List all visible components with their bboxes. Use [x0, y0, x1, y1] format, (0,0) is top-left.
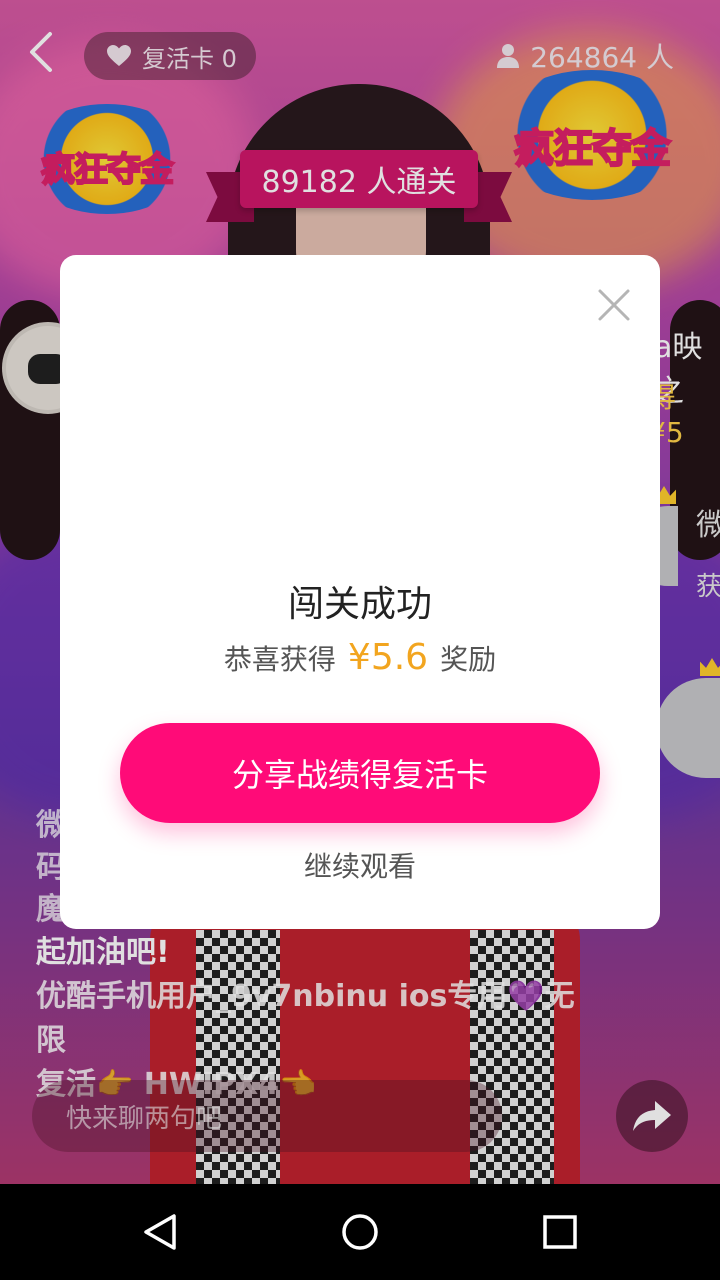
circle-home-icon [342, 1214, 378, 1250]
continue-watching-link[interactable]: 继续观看 [60, 845, 660, 885]
reward-amount: ¥5.6 [347, 637, 429, 678]
dialog-title: 闯关成功 [287, 584, 432, 625]
share-results-button[interactable]: 分享战绩得复活卡 [120, 723, 600, 823]
system-navigation-bar [0, 1184, 720, 1280]
close-button[interactable] [596, 287, 632, 323]
reward-suffix: 奖励 [440, 643, 497, 676]
reward-prefix: 恭喜获得 [223, 643, 336, 676]
nav-recents-button[interactable] [530, 1202, 590, 1262]
reward-message: 恭喜获得 ¥5.6 奖励 [60, 637, 660, 678]
triangle-back-icon [144, 1214, 176, 1250]
level-success-dialog: 闯关成功 恭喜获得 ¥5.6 奖励 分享战绩得复活卡 继续观看 [60, 255, 660, 929]
square-recents-icon [543, 1215, 577, 1249]
close-icon [598, 289, 630, 321]
nav-back-button[interactable] [130, 1202, 190, 1262]
nav-home-button[interactable] [330, 1202, 390, 1262]
